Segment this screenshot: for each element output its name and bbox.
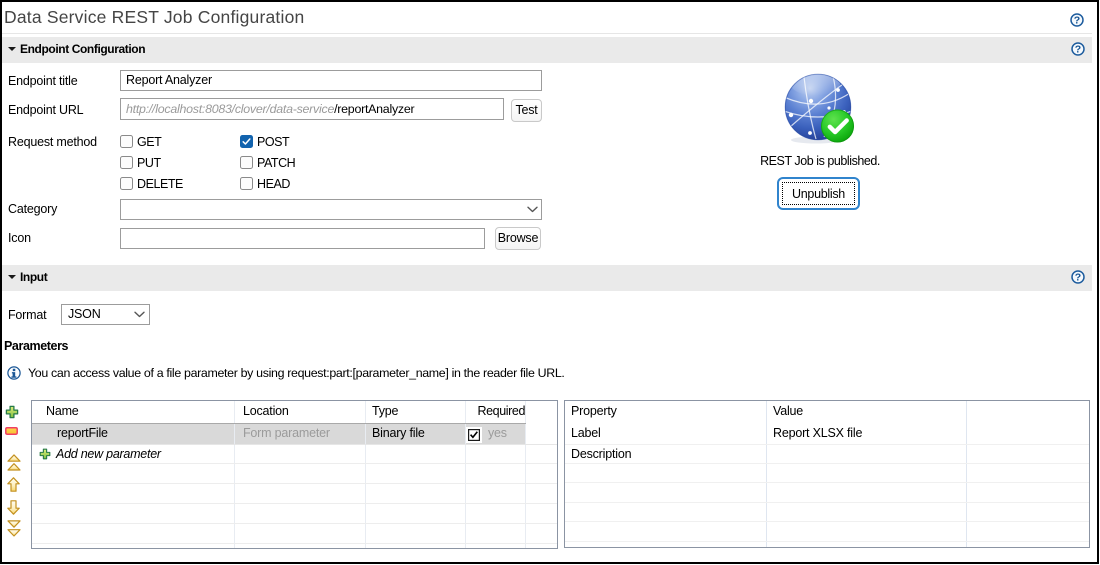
svg-text:?: ?	[1075, 272, 1081, 284]
svg-text:?: ?	[1074, 15, 1080, 27]
svg-text:?: ?	[1075, 44, 1081, 56]
